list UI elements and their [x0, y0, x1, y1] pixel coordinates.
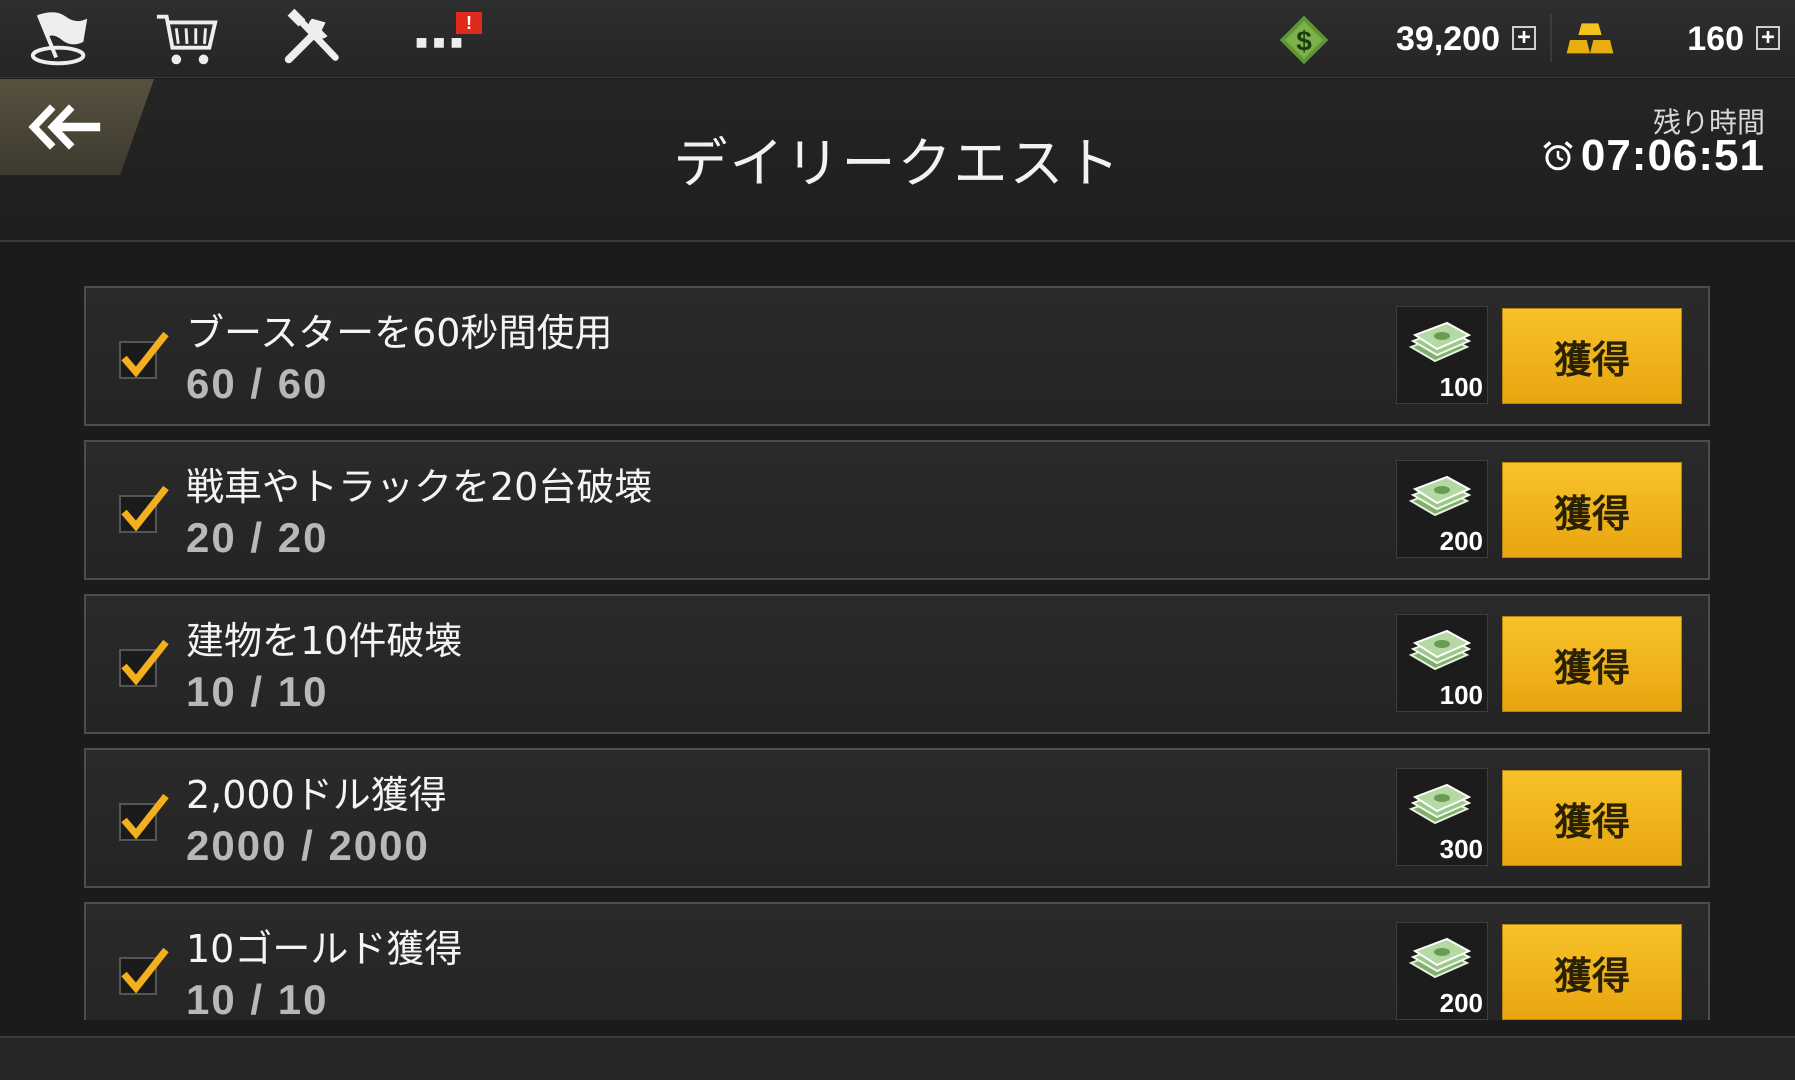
claim-button[interactable]: 獲得 [1502, 462, 1682, 558]
svg-text:$: $ [1296, 25, 1312, 56]
reward-amount: 200 [1439, 526, 1483, 556]
top-bar: ! $ 39,200 + 160 + [0, 0, 1795, 78]
quest-progress: 20 / 20 [186, 514, 329, 561]
cash-stack-icon [1408, 475, 1471, 517]
reward-amount: 200 [1439, 988, 1483, 1018]
quest-progress: 60 / 60 [186, 360, 329, 407]
checkbox-checked-icon [119, 793, 169, 841]
cash-stack-icon [1408, 937, 1471, 979]
quest-progress: 2000 / 2000 [186, 822, 430, 869]
reward-box: 200 [1396, 922, 1488, 1020]
quest-row: 2,000ドル獲得 2000 / 2000 300 獲得 [84, 748, 1710, 888]
reward-box: 300 [1396, 768, 1488, 866]
quest-progress: 10 / 10 [186, 668, 329, 715]
reward-box: 100 [1396, 614, 1488, 712]
claim-button[interactable]: 獲得 [1502, 616, 1682, 712]
reward-amount: 100 [1439, 680, 1483, 710]
add-dollars-button[interactable]: + [1512, 26, 1536, 50]
claim-button[interactable]: 獲得 [1502, 924, 1682, 1020]
quest-row: ブースターを60秒間使用 60 / 60 100 獲得 [84, 286, 1710, 426]
checkbox-checked-icon [119, 639, 169, 687]
cash-stack-icon [1408, 629, 1471, 671]
page-title: デイリークエスト [673, 132, 1122, 195]
gold-balance: 160 [1687, 20, 1744, 58]
quest-row: 戦車やトラックを20台破壊 20 / 20 200 獲得 [84, 440, 1710, 580]
quest-list[interactable]: ブースターを60秒間使用 60 / 60 100 獲得 戦車やトラックを20台破… [84, 286, 1710, 1020]
quest-title: 2,000ドル獲得 [186, 773, 447, 817]
reward-amount: 300 [1439, 834, 1483, 864]
cart-icon[interactable] [150, 6, 224, 72]
reward-box: 100 [1396, 306, 1488, 404]
cash-stack-icon [1408, 783, 1471, 825]
footer-bar [0, 1036, 1795, 1080]
gold-bars-icon [1560, 10, 1620, 70]
quest-title: ブースターを60秒間使用 [186, 311, 613, 355]
quest-progress: 10 / 10 [186, 976, 329, 1020]
countdown-timer: 07:06:51 [1541, 131, 1765, 181]
add-gold-button[interactable]: + [1756, 26, 1780, 50]
quest-title: 戦車やトラックを20台破壊 [186, 465, 653, 509]
tools-icon[interactable] [276, 6, 350, 72]
claim-button[interactable]: 獲得 [1502, 770, 1682, 866]
cash-stack-icon [1408, 321, 1471, 363]
quest-title: 10ゴールド獲得 [186, 927, 463, 971]
quest-row: 建物を10件破壊 10 / 10 100 獲得 [84, 594, 1710, 734]
alert-badge: ! [456, 12, 482, 34]
reward-amount: 100 [1439, 372, 1483, 402]
checkbox-checked-icon [119, 947, 169, 995]
flag-icon[interactable] [24, 6, 98, 72]
more-icon[interactable]: ! [402, 6, 482, 72]
checkbox-checked-icon [119, 485, 169, 533]
alarm-clock-icon [1543, 141, 1573, 171]
claim-button[interactable]: 獲得 [1502, 308, 1682, 404]
dollar-icon: $ [1274, 10, 1334, 70]
checkbox-checked-icon [119, 331, 169, 379]
dollar-balance: 39,200 [1396, 20, 1500, 58]
quest-title: 建物を10件破壊 [186, 619, 463, 663]
divider [1550, 14, 1552, 62]
page-header: デイリークエスト 残り時間 07:06:51 [0, 79, 1795, 242]
quest-row: 10ゴールド獲得 10 / 10 200 獲得 [84, 902, 1710, 1020]
reward-box: 200 [1396, 460, 1488, 558]
timer-value: 07:06:51 [1580, 131, 1765, 180]
